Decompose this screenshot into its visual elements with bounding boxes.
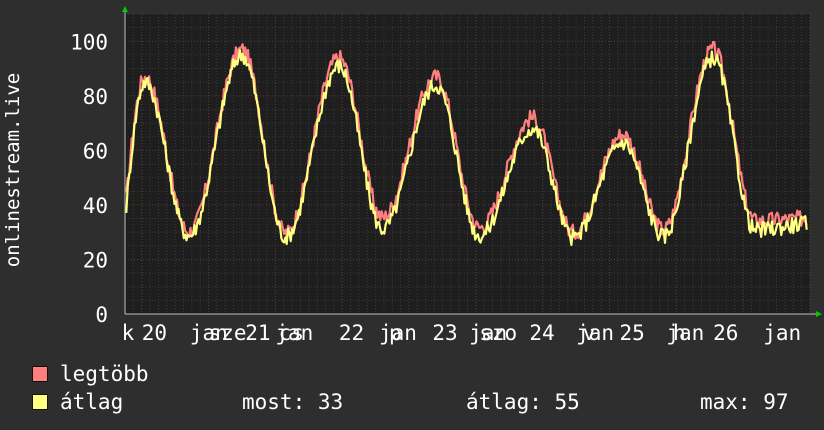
- legend-swatch-avg: [32, 394, 48, 410]
- legend-item-max: legtöbb: [32, 362, 149, 386]
- y-axis-arrow: [122, 6, 128, 12]
- y-tick-label: 40: [83, 194, 108, 218]
- x-tick-label: 20: [142, 321, 167, 345]
- stat-current: most: 33: [242, 390, 344, 414]
- x-tick-label: sze: [209, 321, 247, 345]
- y-tick-label: 0: [95, 303, 108, 327]
- x-tick-label: 26: [713, 321, 738, 345]
- chart-canvas: 0 20 40 60 80 100 onlinestream.live k 20 jan sze21…: [2, 6, 822, 345]
- x-tick-label: k: [122, 321, 135, 345]
- x-tick-label: cs: [279, 321, 304, 345]
- y-tick-label: 80: [83, 85, 108, 109]
- x-tick-label: h: [673, 321, 686, 345]
- stat-maximum: max: 97: [700, 390, 789, 414]
- x-tick-label: szo: [479, 321, 517, 345]
- x-tick-label: 23: [432, 321, 457, 345]
- legend-label-avg: átlag: [60, 390, 124, 414]
- x-axis-arrow: [816, 311, 822, 317]
- y-tick-label: 100: [70, 30, 108, 54]
- x-tick-label: 25: [620, 321, 645, 345]
- y-tick-label: 60: [83, 139, 108, 163]
- x-tick-label: v: [583, 321, 596, 345]
- legend-swatch-max: [32, 366, 48, 382]
- x-tick-label: 24: [529, 321, 554, 345]
- legend-item-avg: átlag: [32, 390, 123, 414]
- stat-average: átlag: 55: [466, 390, 580, 414]
- legend-label-max: legtöbb: [60, 362, 149, 386]
- y-tick-label: 20: [83, 248, 108, 272]
- x-tick-label: 22: [339, 321, 364, 345]
- x-tick-label: 21: [245, 321, 270, 345]
- x-tick-label: p: [389, 321, 402, 345]
- y-axis-label: onlinestream.live: [2, 73, 24, 267]
- x-tick-label: jan: [763, 321, 801, 345]
